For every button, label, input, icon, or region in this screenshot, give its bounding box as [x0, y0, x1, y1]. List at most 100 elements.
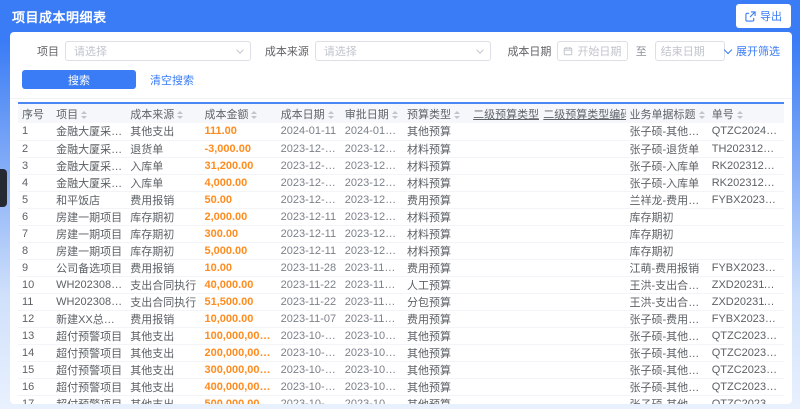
- cell-cost_source: 其他支出: [126, 378, 201, 396]
- sort-icon[interactable]: [251, 110, 258, 119]
- sort-icon[interactable]: [391, 110, 398, 119]
- table-row: 3金融大厦采购项目入库单31,200.002023-12-192023-12-1…: [18, 157, 784, 175]
- expand-filter-link[interactable]: 展开筛选: [723, 43, 780, 59]
- cell-amount: 300,000,000.00: [200, 361, 277, 379]
- sort-icon[interactable]: [327, 110, 334, 119]
- column-header-cost_date[interactable]: 成本日期: [277, 103, 341, 123]
- cell-project: 金融大厦采购项目: [52, 123, 127, 141]
- cell-budget_type2_code: [539, 208, 626, 226]
- cell-doc_no: FYBX20231128001: [707, 259, 784, 277]
- cell-approval_date: 2023-12-16: [340, 191, 403, 209]
- end-date-input[interactable]: 结束日期: [654, 41, 725, 61]
- cell-budget_type: 费用预算: [402, 191, 470, 209]
- cell-amount: 111.00: [200, 123, 277, 141]
- drawer-handle[interactable]: [0, 169, 7, 207]
- cell-amount: 400,000,000.00: [200, 378, 277, 396]
- table-row: 5 和平饭店 费用报销 50.00 2023-12-16 2023-12-16 费用预算 兰祥…: [18, 191, 784, 209]
- cell-budget_type: 费用预算: [402, 310, 470, 328]
- sort-icon[interactable]: [698, 110, 705, 119]
- cell-biz_doc_title: 张子硕-费用报销: [625, 310, 708, 328]
- sort-icon[interactable]: [453, 110, 460, 119]
- column-label: 审批日期: [344, 108, 389, 121]
- cell-budget_type2: [469, 208, 540, 226]
- export-button[interactable]: 导出: [736, 4, 791, 28]
- column-header-budget_type2_code[interactable]: 二级预算类型编码: [539, 103, 625, 123]
- sort-icon[interactable]: [736, 110, 743, 119]
- cell-budget_type2: [469, 259, 540, 277]
- column-label: 业务单据标题: [629, 108, 696, 121]
- date-range-separator: 至: [635, 46, 647, 58]
- cell-budget_type: 材料预算: [402, 140, 470, 158]
- cost-source-select[interactable]: 请选择: [314, 41, 492, 61]
- table-row: 12新建XX总部大厦工程二期费用报销10,000.002023-11-07202…: [18, 310, 784, 328]
- column-label: 成本日期: [280, 108, 325, 121]
- cell-index: 3: [18, 157, 53, 175]
- project-select[interactable]: 请选择: [65, 41, 251, 61]
- cell-project: 超付预警项目: [52, 361, 127, 379]
- search-button[interactable]: 搜索: [22, 70, 136, 89]
- cell-budget_type2_code: [539, 378, 626, 396]
- cell-budget_type: 费用预算: [402, 259, 470, 277]
- page-title: 项目成本明细表: [12, 9, 107, 25]
- cell-project: 超付预警项目: [52, 327, 127, 345]
- column-header-doc_no[interactable]: 单号: [708, 103, 784, 123]
- column-header-project[interactable]: 项目: [52, 103, 126, 123]
- cell-budget_type2: [469, 225, 540, 243]
- cell-doc_no: FYBX20231107001: [707, 310, 784, 328]
- cell-project: 超付预警项目: [52, 344, 127, 362]
- column-label: 二级预算类型: [473, 108, 540, 121]
- cell-budget_type2_code: [539, 174, 626, 192]
- column-header-cost_source[interactable]: 成本来源: [126, 103, 200, 123]
- cell-cost_source: 其他支出: [126, 327, 201, 345]
- cell-doc_no: QTZC20231027002: [707, 344, 784, 362]
- start-date-input[interactable]: 开始日期: [557, 41, 628, 61]
- cell-doc_no: [707, 242, 784, 260]
- calendar-icon: [564, 47, 573, 56]
- chevron-down-icon: [236, 46, 244, 54]
- cell-doc_no: QTZC20231027002: [707, 327, 784, 345]
- content-card: 项目 请选择 成本来源 请选择 成本日期 开始日期 至 结束日期 展开筛选 搜索: [10, 32, 792, 404]
- column-header-amount[interactable]: 成本金额: [200, 103, 276, 123]
- table-row: 8 房建一期项目 库存期初 5,000.00 2023-12-11 2023-12-11 材…: [18, 242, 784, 260]
- cell-doc_no: QTZC20231027002: [707, 361, 784, 379]
- export-icon: [745, 10, 756, 22]
- cell-budget_type2: [469, 191, 540, 209]
- cell-index: 5: [18, 191, 53, 209]
- column-header-budget_type2[interactable]: 二级预算类型: [469, 103, 539, 123]
- cell-doc_no: FYBX20231216001: [707, 191, 784, 209]
- cell-cost_date: 2023-12-11: [276, 208, 341, 226]
- cell-index: 16: [18, 378, 53, 396]
- sort-icon[interactable]: [81, 110, 88, 119]
- cell-project: 和平饭店: [52, 191, 127, 209]
- column-header-budget_type[interactable]: 预算类型: [403, 103, 469, 123]
- cell-index: 1: [18, 123, 53, 141]
- cell-budget_type2: [469, 242, 540, 260]
- cell-index: 2: [18, 140, 53, 158]
- cell-project: 房建一期项目: [52, 225, 127, 243]
- sort-icon[interactable]: [177, 110, 184, 119]
- cell-budget_type: 材料预算: [402, 225, 470, 243]
- end-date-placeholder: 结束日期: [660, 46, 705, 58]
- cell-cost_source: 其他支出: [126, 395, 201, 404]
- column-label: 二级预算类型编码: [543, 108, 626, 121]
- cell-cost_source: 库存期初: [126, 208, 201, 226]
- cell-budget_type: 材料预算: [402, 174, 470, 192]
- column-header-biz_doc_title[interactable]: 业务单据标题: [626, 103, 708, 123]
- cell-amount: 10,000.00: [200, 310, 277, 328]
- column-header-approval_date[interactable]: 审批日期: [341, 103, 403, 123]
- clear-search-link[interactable]: 清空搜索: [150, 72, 194, 88]
- cell-cost_source: 退货单: [126, 140, 201, 158]
- cell-doc_no: [707, 225, 784, 243]
- cell-budget_type2_code: [539, 259, 626, 277]
- cell-budget_type: 材料预算: [402, 242, 470, 260]
- cell-budget_type: 其他预算: [402, 395, 470, 404]
- cell-index: 13: [18, 327, 53, 345]
- cell-budget_type2_code: [539, 293, 626, 311]
- cell-budget_type2: [469, 123, 540, 141]
- cell-cost_date: 2023-12-11: [276, 225, 341, 243]
- cell-project: 超付预警项目: [52, 395, 127, 404]
- cell-biz_doc_title: 王洪-支出合同执行: [625, 276, 708, 294]
- cell-cost_source: 库存期初: [126, 225, 201, 243]
- cell-budget_type2: [469, 140, 540, 158]
- cell-project: 新建XX总部大厦工程二期: [52, 310, 127, 328]
